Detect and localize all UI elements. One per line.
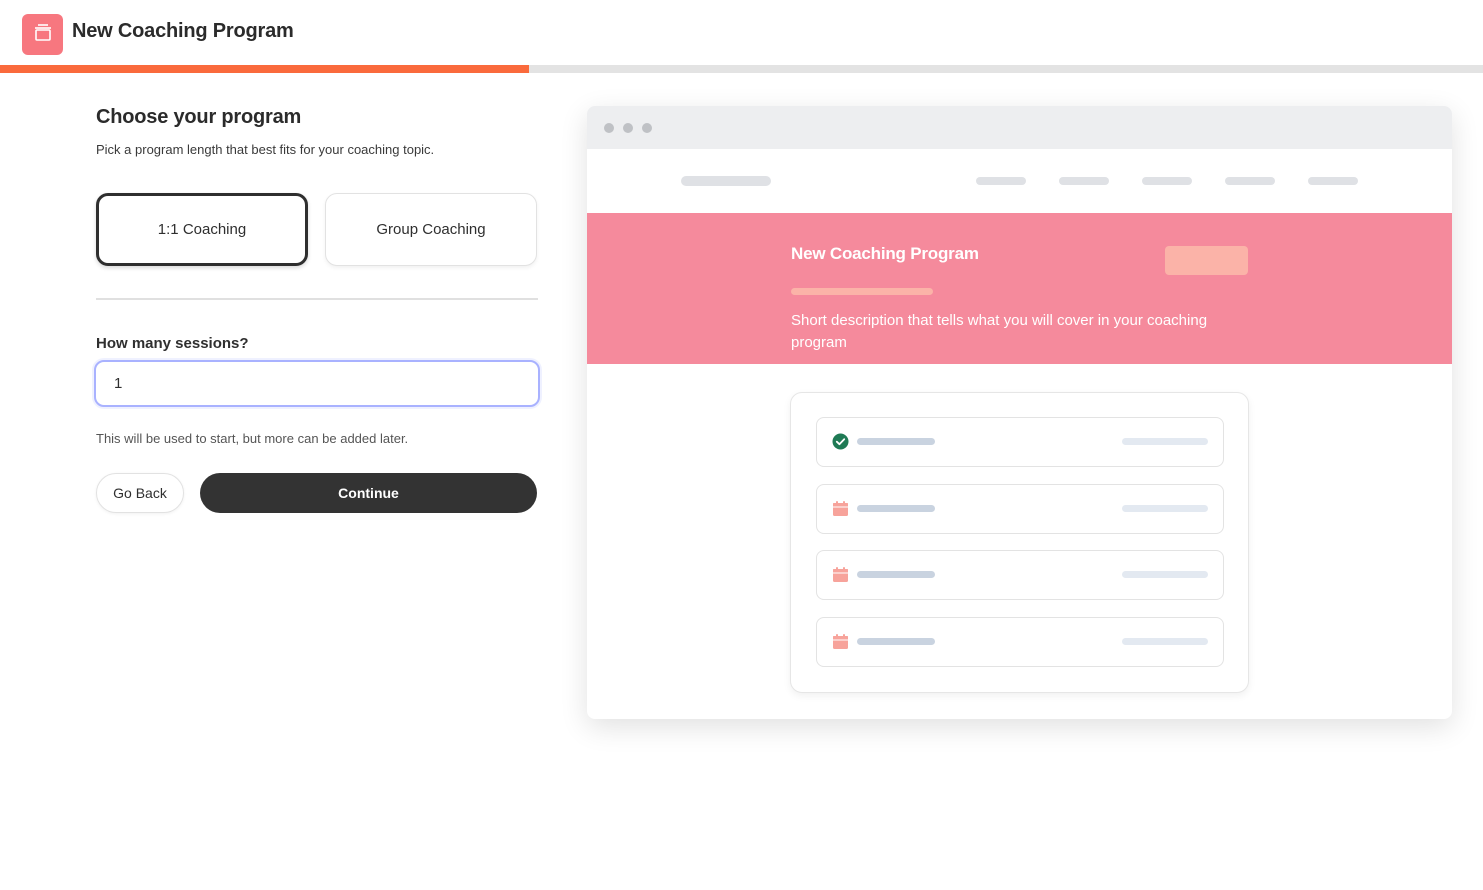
preview-row-meta-placeholder — [1122, 438, 1208, 445]
window-dot — [623, 123, 633, 133]
preview-hero-description: Short description that tells what you wi… — [791, 312, 1208, 351]
option-label: 1:1 Coaching — [157, 221, 247, 238]
preview-row-title-placeholder — [857, 504, 935, 512]
calendar-icon — [832, 566, 849, 583]
option-label: Group Coaching — [376, 221, 486, 238]
window-dot — [642, 123, 652, 133]
app-title: New Coaching Program — [72, 20, 294, 42]
go-back-button[interactable]: Go Back — [96, 473, 184, 513]
check-circle-icon — [832, 433, 849, 450]
option-group-coaching[interactable]: Group Coaching — [325, 193, 537, 266]
preview-hero-line-placeholder — [791, 288, 933, 295]
preview-row-title-placeholder — [857, 637, 935, 645]
preview-session-list — [790, 392, 1249, 693]
sessions-hint: This will be used to start, but more can… — [96, 431, 409, 446]
program-preview: New Coaching Program Short description t… — [587, 106, 1452, 719]
preview-nav — [587, 149, 1452, 213]
form-title: Choose your program — [96, 106, 302, 128]
preview-session-row — [816, 616, 1224, 667]
preview-session-row — [816, 550, 1224, 600]
preview-logo-placeholder — [681, 176, 771, 186]
preview-nav-link-placeholder — [1059, 177, 1109, 185]
preview-hero-title: New Coaching Program — [791, 244, 979, 263]
preview-nav-link-placeholder — [1308, 177, 1358, 185]
window-dot — [604, 123, 614, 133]
preview-window-chrome — [587, 106, 1452, 149]
progress-bar — [0, 65, 1483, 73]
preview-row-title-placeholder — [857, 571, 935, 578]
preview-session-row — [816, 483, 1224, 534]
preview-session-row — [816, 417, 1224, 467]
preview-nav-link-placeholder — [1225, 177, 1275, 185]
archive-box-icon — [32, 21, 54, 48]
preview-row-title-placeholder — [857, 438, 935, 445]
preview-row-meta-placeholder — [1122, 637, 1208, 645]
preview-nav-link-placeholder — [1142, 177, 1192, 185]
sessions-label: How many sessions? — [96, 335, 249, 352]
continue-button[interactable]: Continue — [200, 473, 537, 513]
preview-row-meta-placeholder — [1122, 571, 1208, 578]
sessions-input[interactable] — [96, 362, 538, 405]
header: New Coaching Program — [0, 0, 1483, 65]
sessions-field[interactable] — [94, 360, 540, 407]
option-1-1-coaching[interactable]: 1:1 Coaching — [96, 193, 308, 266]
calendar-icon — [832, 633, 849, 650]
preview-hero-button-placeholder — [1165, 246, 1248, 275]
app-icon-tile — [22, 14, 63, 55]
progress-bar-fill — [0, 65, 530, 73]
calendar-icon — [832, 500, 849, 517]
preview-nav-link-placeholder — [976, 177, 1026, 185]
divider — [96, 298, 538, 300]
form-subtitle: Pick a program length that best fits for… — [96, 142, 435, 157]
preview-row-meta-placeholder — [1122, 504, 1208, 512]
